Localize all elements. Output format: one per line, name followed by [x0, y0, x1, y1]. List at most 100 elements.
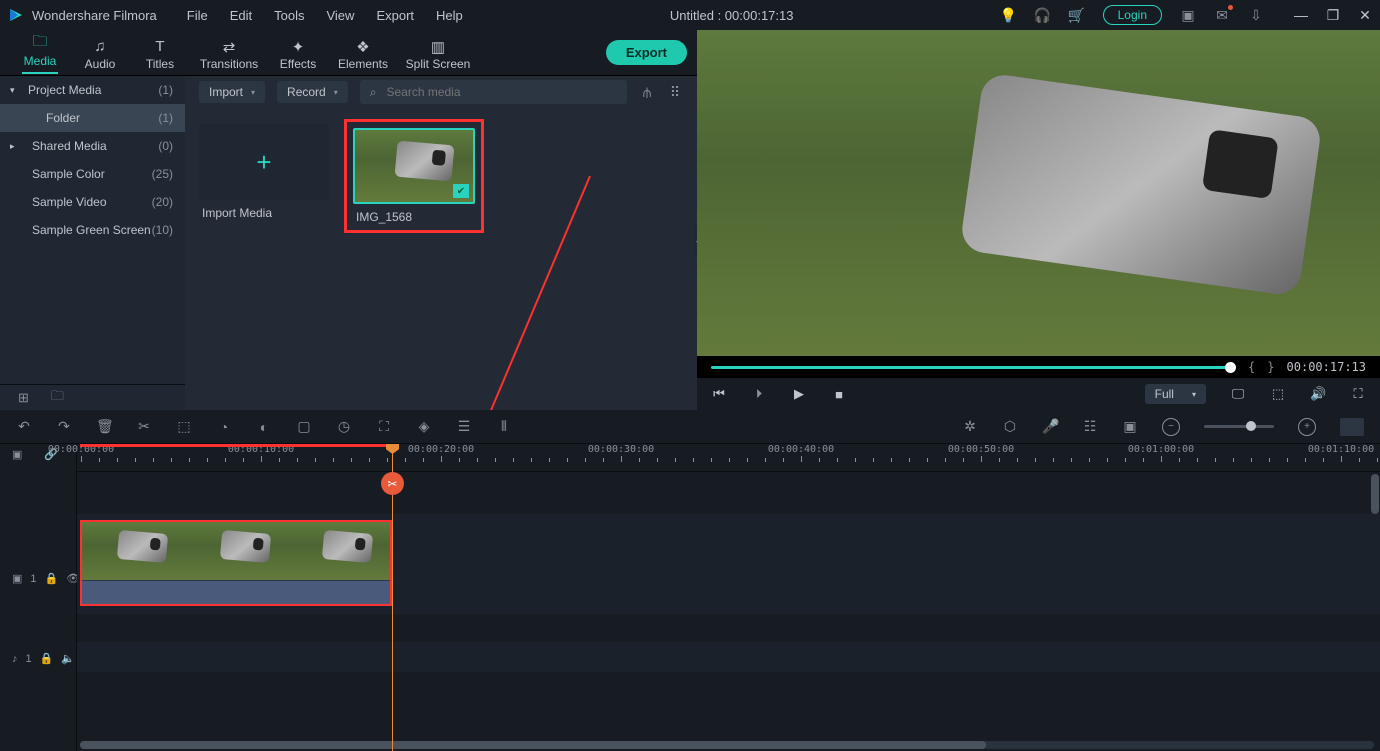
menu-export[interactable]: Export: [376, 8, 414, 23]
stop-icon[interactable]: ■: [831, 387, 847, 402]
sidebar-item-sample-color[interactable]: Sample Color (25): [0, 160, 185, 188]
mark-out-icon[interactable]: }: [1267, 360, 1274, 374]
sidebar-item-folder[interactable]: Folder (1): [0, 104, 185, 132]
lock-icon[interactable]: 🔒: [40, 652, 54, 665]
tab-audio[interactable]: ♫ Audio: [70, 35, 130, 71]
menu-file[interactable]: File: [187, 8, 208, 23]
delete-icon[interactable]: 🗑: [96, 418, 112, 435]
menu-help[interactable]: Help: [436, 8, 463, 23]
timeline-vscroll[interactable]: [1371, 474, 1379, 514]
login-button[interactable]: Login: [1103, 5, 1162, 25]
message-icon[interactable]: ✉: [1214, 7, 1230, 23]
preview-quality-select[interactable]: Full: [1145, 384, 1206, 404]
scissors-icon[interactable]: ✂: [381, 472, 404, 495]
search-field[interactable]: [384, 84, 617, 100]
color-icon[interactable]: ◐: [256, 419, 272, 435]
video-track[interactable]: IMG_1568: [77, 514, 1380, 614]
import-media-tile[interactable]: + Import Media: [199, 124, 329, 220]
tab-elements[interactable]: ❖ Elements: [328, 35, 398, 71]
mic-icon[interactable]: ⇩: [1248, 7, 1264, 23]
import-dropdown[interactable]: Import: [199, 81, 265, 103]
sidebar-item-shared-media[interactable]: Shared Media (0): [0, 132, 185, 160]
module-tabs: 🗀 Media ♫ Audio T Titles ⇄ Transitions ✦…: [0, 30, 697, 76]
tile-label: IMG_1568: [353, 210, 475, 224]
zoom-slider[interactable]: [1204, 425, 1274, 428]
cart-icon[interactable]: 🛒: [1069, 7, 1085, 23]
playhead[interactable]: ✂: [392, 444, 393, 751]
tab-transitions[interactable]: ⇄ Transitions: [190, 35, 268, 71]
sidebar-item-sample-video[interactable]: Sample Video (20): [0, 188, 185, 216]
green-screen-icon[interactable]: ▢: [296, 418, 312, 435]
text-icon: T: [155, 39, 164, 55]
sidebar-item-label: Shared Media: [32, 139, 107, 153]
prev-frame-icon[interactable]: ⏮: [711, 386, 727, 402]
tab-splitscreen[interactable]: ▥ Split Screen: [398, 35, 478, 71]
tab-media[interactable]: 🗀 Media: [10, 32, 70, 74]
crop-icon[interactable]: ⬚: [176, 418, 192, 435]
snap-icon[interactable]: ▣: [1122, 418, 1138, 435]
display-icon[interactable]: 🖵: [1230, 386, 1246, 402]
sidebar-item-count: (1): [158, 83, 173, 97]
fullscreen-icon[interactable]: ⛶: [1350, 386, 1366, 402]
menu-view[interactable]: View: [326, 8, 354, 23]
marker2-icon[interactable]: ⬡: [1002, 418, 1018, 435]
zoom-out-button[interactable]: −: [1162, 418, 1180, 436]
zoom-in-button[interactable]: +: [1298, 418, 1316, 436]
sidebar-item-project-media[interactable]: Project Media (1): [0, 76, 185, 104]
volume-icon[interactable]: 🔊: [1310, 386, 1326, 402]
marker-icon[interactable]: ◈: [416, 418, 432, 435]
audio-mixer-icon[interactable]: ⫴: [496, 418, 512, 435]
redo-icon[interactable]: ↷: [56, 418, 72, 435]
step-back-icon[interactable]: ⏵: [751, 386, 767, 402]
track-view-icon[interactable]: ▣: [12, 448, 22, 461]
save-icon[interactable]: ▣: [1180, 7, 1196, 23]
cut-icon[interactable]: ✂: [136, 418, 152, 435]
undo-icon[interactable]: ↶: [16, 418, 32, 435]
sidebar-item-count: (0): [158, 139, 173, 153]
search-input[interactable]: ⌕: [360, 80, 627, 104]
tab-titles[interactable]: T Titles: [130, 35, 190, 71]
sidebar-item-sample-green[interactable]: Sample Green Screen (10): [0, 216, 185, 244]
lock-icon[interactable]: 🔒: [45, 572, 59, 585]
window-close-icon[interactable]: ✕: [1358, 7, 1372, 24]
elements-icon: ❖: [356, 39, 369, 55]
timeline-tracks[interactable]: 00:00:00:0000:00:10:0000:00:20:0000:00:3…: [77, 444, 1380, 751]
preview-scrubber[interactable]: [711, 366, 1236, 369]
folder-open-icon[interactable]: 🗀: [51, 387, 64, 409]
preview-timecode: 00:00:17:13: [1287, 360, 1366, 374]
titlebar: Wondershare Filmora File Edit Tools View…: [0, 0, 1380, 30]
tips-icon[interactable]: 💡: [1001, 7, 1017, 23]
audio-track[interactable]: [77, 642, 1380, 672]
export-button[interactable]: Export: [606, 40, 687, 65]
play-icon[interactable]: ▶: [791, 386, 807, 402]
timeline-hscroll[interactable]: [80, 741, 1374, 749]
voiceover-icon[interactable]: 🎤: [1042, 418, 1058, 435]
settings-icon[interactable]: ☰: [456, 418, 472, 435]
tab-effects[interactable]: ✦ Effects: [268, 35, 328, 71]
new-folder-icon[interactable]: ⊞: [18, 390, 29, 406]
preview-viewport[interactable]: [697, 30, 1380, 356]
mark-in-icon[interactable]: {: [1248, 360, 1255, 374]
edit-icon[interactable]: ◷: [336, 418, 352, 435]
track-manager-icon[interactable]: ☷: [1082, 418, 1098, 435]
menu-tools[interactable]: Tools: [274, 8, 304, 23]
snapshot-icon[interactable]: ⬚: [1270, 386, 1286, 402]
media-clip-tile[interactable]: ✔ IMG_1568: [349, 124, 479, 228]
window-minimize-icon[interactable]: —: [1294, 7, 1308, 24]
plus-icon: +: [256, 147, 271, 178]
render-icon[interactable]: ✲: [962, 418, 978, 435]
sidebar-item-label: Sample Color: [32, 167, 105, 181]
crop-zoom-icon[interactable]: ⛶: [376, 418, 392, 435]
mute-icon[interactable]: 🔈: [61, 652, 75, 665]
filter-icon[interactable]: ⫛: [639, 84, 655, 100]
record-dropdown[interactable]: Record: [277, 81, 348, 103]
window-maximize-icon[interactable]: ❐: [1326, 7, 1340, 24]
speed-icon[interactable]: ◔: [216, 419, 232, 435]
zoom-fit-button[interactable]: [1340, 418, 1364, 436]
timeline-clip[interactable]: IMG_1568: [80, 520, 392, 606]
track-headers: ▣ 🔗 ▣ 1 🔒 👁 ♪ 1 🔒 🔈: [0, 444, 77, 751]
timeline-ruler[interactable]: 00:00:00:0000:00:10:0000:00:20:0000:00:3…: [77, 444, 1380, 472]
grid-view-icon[interactable]: ⠿: [667, 84, 683, 100]
support-icon[interactable]: 🎧: [1035, 7, 1051, 23]
menu-edit[interactable]: Edit: [230, 8, 252, 23]
